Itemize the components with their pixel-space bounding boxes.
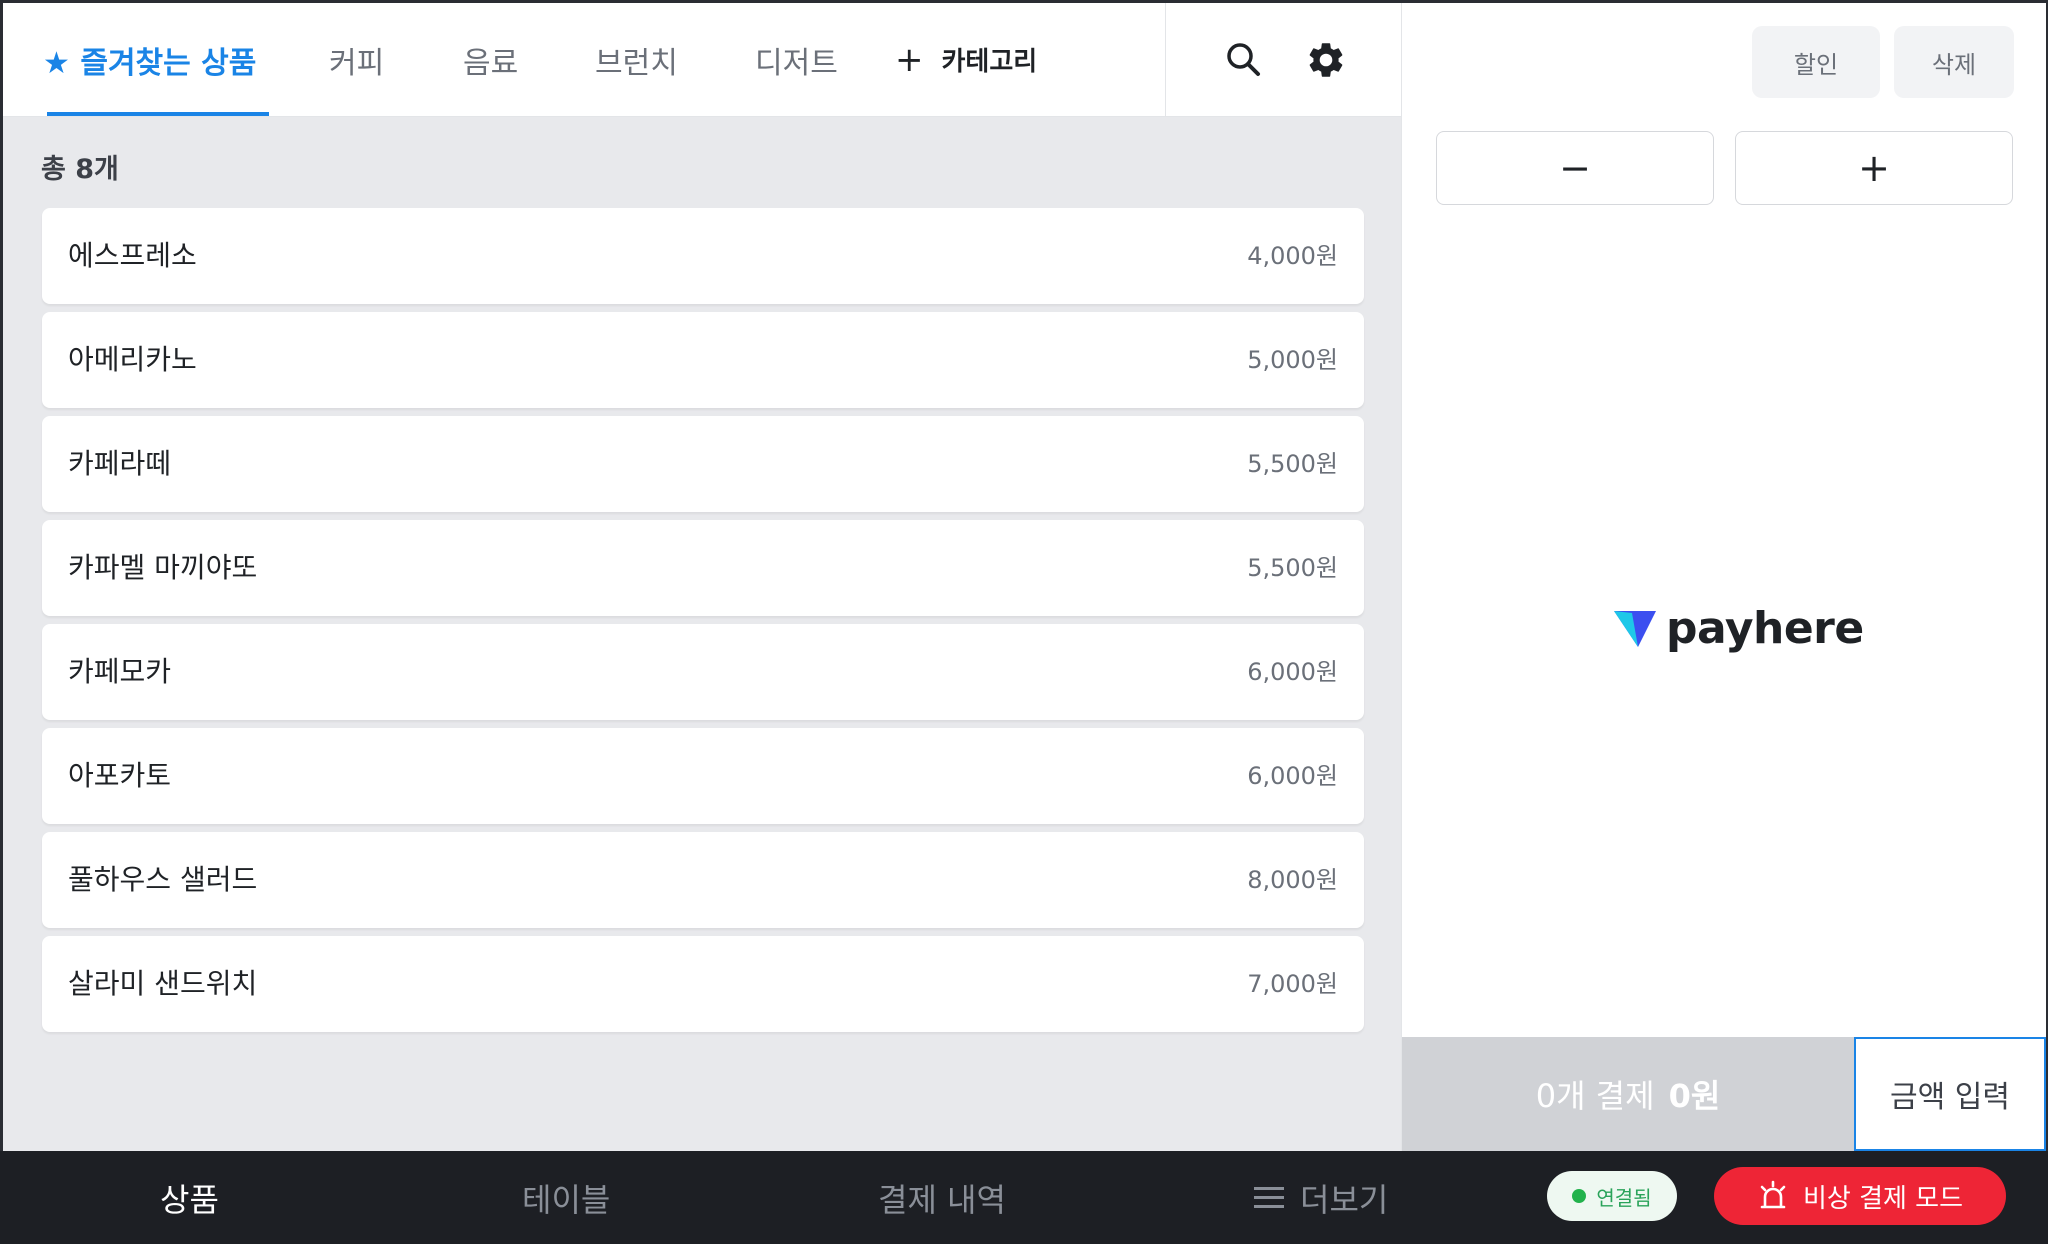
siren-icon (1760, 1180, 1786, 1209)
product-count: 총 8개 (41, 154, 119, 185)
quantity-decrease-button[interactable]: − (1436, 131, 1714, 205)
delete-button[interactable]: 삭제 (1894, 26, 2014, 98)
tab-brunch[interactable]: 브런치 (595, 3, 678, 116)
emergency-label: 비상 결제 모드 (1802, 1183, 1964, 1214)
nav-label: 결제 내역 (878, 1180, 1006, 1219)
toolbar-divider (1165, 3, 1166, 116)
product-name: 카파멜 마끼야또 (68, 551, 258, 584)
product-price: 8,000원 (1247, 866, 1338, 894)
pay-count: 0개 결제 (1535, 1077, 1655, 1115)
payhere-logo: payhere (1612, 603, 1864, 654)
nav-label: 상품 (160, 1180, 219, 1219)
plus-icon: + (895, 39, 924, 80)
tab-label: 브런치 (595, 45, 678, 81)
tab-drinks[interactable]: 음료 (463, 3, 518, 116)
connection-status-badge: 연결됨 (1547, 1171, 1677, 1221)
product-name: 아메리카노 (68, 343, 197, 376)
product-item[interactable]: 에스프레소 4,000원 (42, 208, 1364, 304)
product-item[interactable]: 풀하우스 샐러드 8,000원 (42, 832, 1364, 928)
product-price: 6,000원 (1247, 658, 1338, 686)
product-name: 풀하우스 샐러드 (68, 863, 258, 896)
tab-label: 음료 (463, 45, 519, 81)
product-name: 카페라떼 (68, 447, 172, 480)
tab-label: 커피 (329, 45, 385, 81)
product-name: 에스프레소 (68, 239, 197, 272)
bottom-navigation: 상품 테이블 결제 내역 더보기 연결됨 비상 결제 모드 (0, 1151, 2048, 1244)
amount-input-button[interactable]: 금액 입력 (1854, 1037, 2046, 1151)
product-pane: ★ 즐겨찾는 상품 커피 음료 브런치 디저트 + 카테고리 총 8개 에스프레… (3, 3, 1401, 1151)
tab-favorites[interactable]: ★ 즐겨찾는 상품 (43, 3, 256, 116)
gear-icon (1309, 43, 1343, 77)
product-item[interactable]: 살라미 샌드위치 7,000원 (42, 936, 1364, 1032)
tab-label: 디저트 (755, 45, 838, 81)
settings-button[interactable] (1305, 39, 1347, 81)
pay-button[interactable]: 0개 결제 0원 (1402, 1037, 1854, 1151)
nav-tables[interactable]: 테이블 (522, 1151, 610, 1244)
order-pane: 할인 삭제 − + payhere 0개 결제 0원 금액 입력 (1401, 3, 2046, 1151)
product-item[interactable]: 카페라떼 5,500원 (42, 416, 1364, 512)
product-list: 에스프레소 4,000원 아메리카노 5,000원 카페라떼 5,500원 카파멜 마끼야또… (42, 208, 1364, 1040)
logo-text: payhere (1666, 603, 1864, 654)
active-tab-indicator (47, 112, 269, 116)
search-button[interactable] (1223, 39, 1265, 81)
product-price: 5,500원 (1247, 554, 1338, 582)
product-price: 7,000원 (1247, 970, 1338, 998)
discount-button[interactable]: 할인 (1752, 26, 1880, 98)
status-label: 연결됨 (1596, 1185, 1652, 1210)
product-name: 카페모카 (68, 655, 172, 688)
tab-coffee[interactable]: 커피 (329, 3, 384, 116)
nav-payment-history[interactable]: 결제 내역 (878, 1151, 1006, 1244)
payhere-logo-icon (1614, 610, 1656, 647)
tab-dessert[interactable]: 디저트 (755, 3, 838, 116)
product-price: 5,000원 (1247, 346, 1338, 374)
search-icon (1227, 43, 1260, 76)
tab-label: ★ 즐겨찾는 상품 (43, 45, 257, 81)
product-name: 아포카토 (68, 759, 172, 792)
product-item[interactable]: 카파멜 마끼야또 5,500원 (42, 520, 1364, 616)
nav-label: 더보기 (1300, 1180, 1389, 1219)
product-price: 4,000원 (1247, 242, 1338, 270)
nav-label: 테이블 (522, 1180, 611, 1219)
add-category-label: 카테고리 (941, 47, 1038, 77)
menu-icon (1254, 1186, 1284, 1209)
product-price: 6,000원 (1247, 762, 1338, 790)
emergency-payment-mode-button[interactable]: 비상 결제 모드 (1714, 1167, 2006, 1225)
pay-amount: 0원 (1668, 1077, 1721, 1115)
product-name: 살라미 샌드위치 (68, 967, 258, 1000)
nav-products[interactable]: 상품 (160, 1151, 219, 1244)
category-tab-bar: ★ 즐겨찾는 상품 커피 음료 브런치 디저트 + 카테고리 (3, 3, 1401, 117)
product-item[interactable]: 카페모카 6,000원 (42, 624, 1364, 720)
status-dot-icon (1572, 1189, 1587, 1203)
add-category-button[interactable]: + 카테고리 (895, 3, 1037, 116)
nav-more[interactable]: 더보기 (1254, 1151, 1388, 1244)
quantity-increase-button[interactable]: + (1735, 131, 2013, 205)
product-price: 5,500원 (1247, 450, 1338, 478)
product-item[interactable]: 아메리카노 5,000원 (42, 312, 1364, 408)
product-item[interactable]: 아포카토 6,000원 (42, 728, 1364, 824)
